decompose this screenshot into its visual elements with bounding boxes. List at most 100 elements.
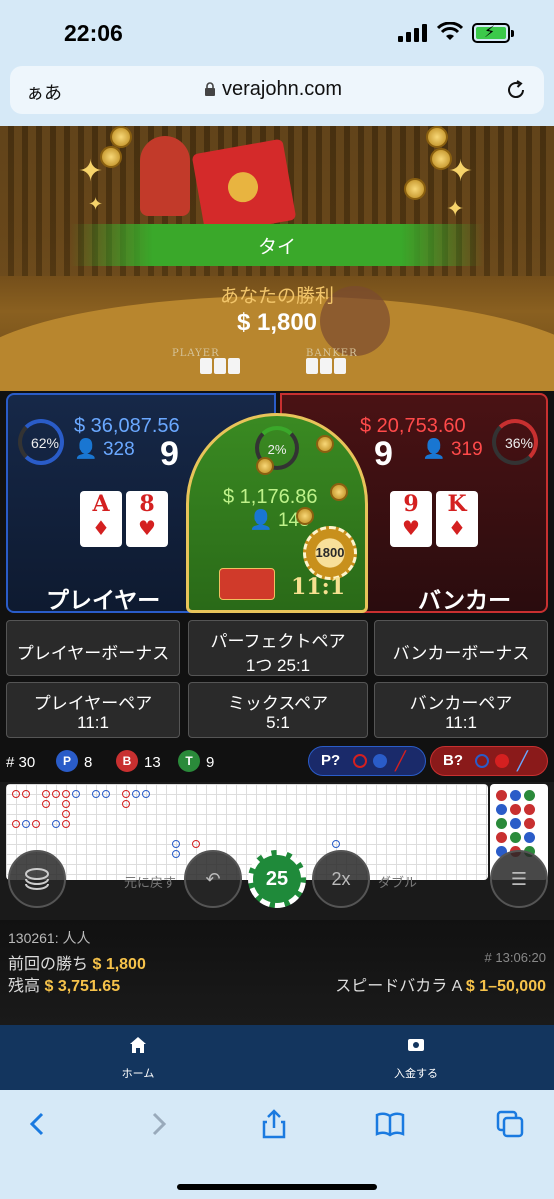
round-id: # 13:06:20 xyxy=(484,950,546,965)
undo-button[interactable]: ↶ xyxy=(184,850,242,908)
side-bets: プレイヤーボーナス パーフェクトペア 1つ 25:1 バンカーボーナス プレイヤー… xyxy=(0,616,554,742)
url-domain: verajohn.com xyxy=(222,78,343,100)
tie-bet-spot[interactable]: 2% $ 1,176.86 👤 148 1800 11:1 xyxy=(186,413,368,613)
result-label: タイ xyxy=(257,237,296,258)
sparkle-icon: ✦ xyxy=(446,196,465,221)
perfect-pair-bet[interactable]: パーフェクトペア 1つ 25:1 xyxy=(188,620,368,676)
account-info: 130261: 人人 前回の勝ち $ 1,800 残高 $ 3,751.65 #… xyxy=(0,920,554,1025)
tie-wins: 9 xyxy=(206,754,215,771)
dealer xyxy=(140,136,190,216)
win-label: あなたの勝利 xyxy=(219,286,334,307)
user-id: 130261: 人人 xyxy=(8,930,91,946)
felt-player-text: PLAYER xyxy=(172,348,220,359)
player-predict-button[interactable]: P? ╱ xyxy=(308,746,426,776)
banker-title: バンカー xyxy=(418,587,512,614)
home-indicator xyxy=(177,1184,377,1190)
player-card-2: 8 ♥ xyxy=(126,491,168,547)
site-nav: ホーム 入金する xyxy=(0,1025,554,1090)
banker-bonus-bet[interactable]: バンカーボーナス xyxy=(374,620,548,676)
banker-percent-ring: 36% xyxy=(492,419,538,465)
last-win-label: 前回の勝ち xyxy=(8,956,89,973)
lock-icon xyxy=(205,82,215,96)
banker-predict-button[interactable]: B? ╱ xyxy=(430,746,548,776)
red-envelope-icon xyxy=(191,138,297,236)
chip-stack-button[interactable] xyxy=(8,850,66,908)
hamburger-icon: ☰ xyxy=(510,869,528,889)
coin-icon xyxy=(100,146,122,168)
banker-wins: 13 xyxy=(144,754,161,771)
banker-card-1: 9 ♥ xyxy=(390,491,432,547)
person-icon: 👤 xyxy=(74,439,98,460)
back-icon[interactable] xyxy=(22,1108,54,1140)
table-limits: $ 1–50,000 xyxy=(465,978,546,995)
bet-board: 62% $ 36,087.56 👤 328 9 A ♦ 8 ♥ プレイヤー 36% … xyxy=(0,391,554,616)
tabs-icon[interactable] xyxy=(494,1108,526,1140)
coin-icon xyxy=(404,178,426,200)
nav-deposit[interactable]: 入金する xyxy=(356,1035,476,1081)
banker-score: 9 xyxy=(374,435,393,473)
menu-button[interactable]: ☰ xyxy=(490,850,548,908)
placed-chip: 1800 xyxy=(303,526,357,580)
player-card-1: A ♦ xyxy=(80,491,122,547)
player-score: 9 xyxy=(160,435,179,473)
player-title: プレイヤー xyxy=(46,587,161,614)
tie-total-bet: $ 1,176.86 xyxy=(223,486,318,508)
status-bar: 22:06 ⚡ xyxy=(0,0,554,62)
red-envelope-icon xyxy=(219,568,275,600)
banker-pair-bet[interactable]: バンカーペア 11:1 xyxy=(374,682,548,738)
double-button[interactable]: 2x xyxy=(312,850,370,908)
bookmarks-icon[interactable] xyxy=(374,1108,406,1140)
coin-icon xyxy=(256,457,274,475)
balance-amount: $ 3,751.65 xyxy=(44,978,121,995)
balance-label: 残高 xyxy=(8,978,41,995)
forward-icon[interactable] xyxy=(142,1108,174,1140)
coin-icon xyxy=(110,126,132,148)
banker-count-icon: B xyxy=(116,750,138,772)
text-size-button[interactable]: ぁあ xyxy=(26,79,62,105)
win-amount: $ 1,800 xyxy=(236,309,318,336)
reload-icon[interactable] xyxy=(504,78,528,102)
wallet-icon xyxy=(408,1039,424,1051)
banker-bettors: 319 xyxy=(450,439,483,460)
tie-payout: 11:1 xyxy=(291,574,346,600)
result-banner: タイ xyxy=(70,224,484,266)
undo-label: 元に戻す xyxy=(124,875,177,890)
browser-address-area: ぁあ verajohn.com xyxy=(0,62,554,126)
chip-selector[interactable]: 25 xyxy=(248,850,306,908)
person-icon: 👤 xyxy=(249,510,273,531)
player-percent-ring: 62% xyxy=(18,419,64,465)
double-label: ダブル xyxy=(378,875,418,890)
tie-count-icon: T xyxy=(178,750,200,772)
address-bar[interactable]: ぁあ verajohn.com xyxy=(10,66,544,114)
coin-icon xyxy=(426,126,448,148)
last-win-amount: $ 1,800 xyxy=(92,956,146,973)
sparkle-icon: ✦ xyxy=(88,194,104,214)
mixed-pair-bet[interactable]: ミックスペア 5:1 xyxy=(188,682,368,738)
banker-card-2: K ♦ xyxy=(436,491,478,547)
person-icon: 👤 xyxy=(422,439,446,460)
battery-icon: ⚡ xyxy=(472,23,514,43)
coin-icon xyxy=(330,483,348,501)
coin-icon xyxy=(296,507,314,525)
undo-icon: ↶ xyxy=(205,869,221,889)
table-name: スピードバカラ A xyxy=(335,978,462,995)
live-video: ✦ ✦ ✦ ✦ タイ あなたの勝利 $ 1,800 PLAYER BANKER xyxy=(0,126,554,391)
wifi-icon xyxy=(437,22,463,40)
home-icon xyxy=(130,1037,146,1053)
stats-bar: # 30 P 8 B 13 T 9 P? ╱ B? ╱ xyxy=(0,742,554,782)
player-pair-bet[interactable]: プレイヤーペア 11:1 xyxy=(6,682,180,738)
sparkle-icon: ✦ xyxy=(78,155,104,188)
round-count: # 30 xyxy=(6,754,36,771)
nav-home[interactable]: ホーム xyxy=(78,1035,198,1081)
sparkle-icon: ✦ xyxy=(448,155,474,188)
player-wins: 8 xyxy=(84,754,93,771)
player-bonus-bet[interactable]: プレイヤーボーナス xyxy=(6,620,180,676)
browser-toolbar xyxy=(0,1090,554,1199)
chip-stack-icon xyxy=(25,868,49,890)
coin-icon xyxy=(316,435,334,453)
clock: 22:06 xyxy=(64,20,123,46)
player-count-icon: P xyxy=(56,750,78,772)
signal-icon xyxy=(398,24,428,42)
share-icon[interactable] xyxy=(258,1108,290,1140)
double-icon: 2x xyxy=(331,869,351,889)
